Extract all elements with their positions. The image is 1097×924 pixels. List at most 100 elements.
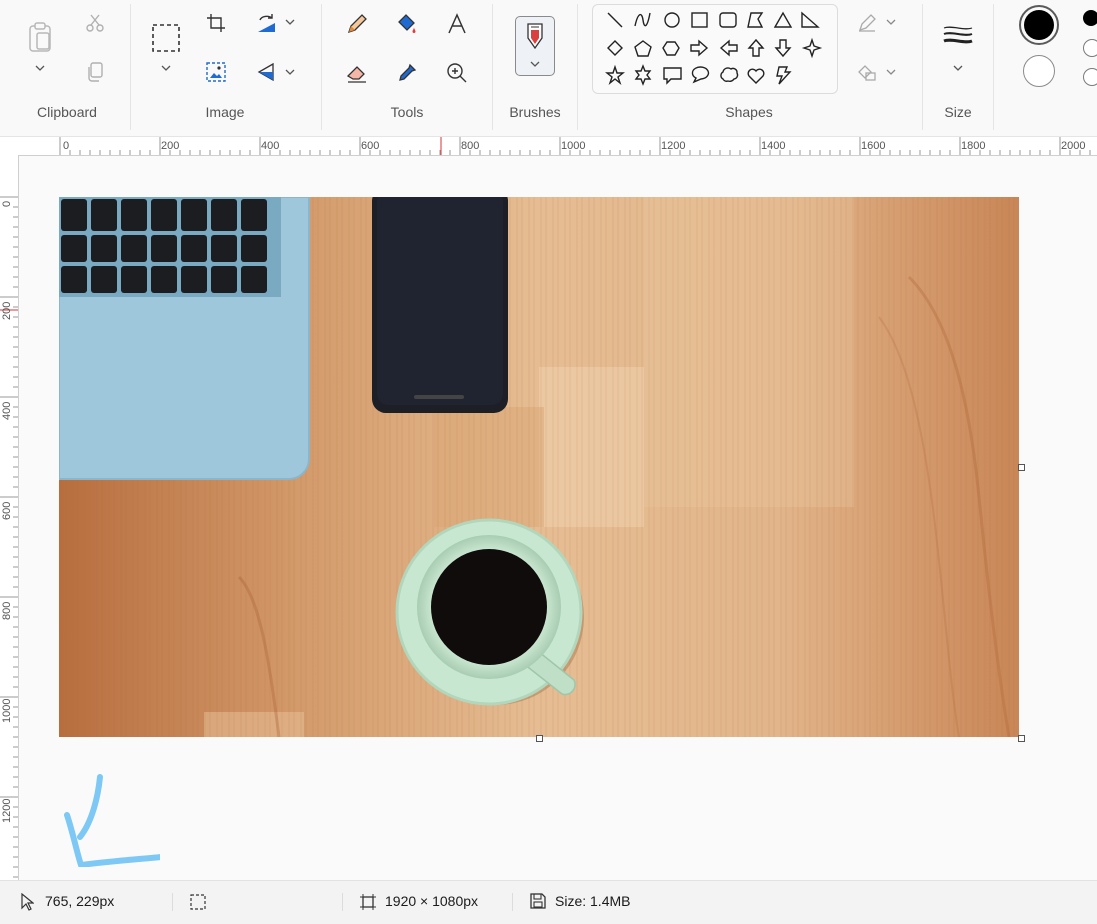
brushes-button[interactable]	[515, 16, 555, 76]
polygon-shape-icon[interactable]	[747, 12, 764, 28]
pointer-icon	[21, 893, 34, 911]
rotate-button[interactable]	[254, 12, 278, 34]
resize-handle-corner[interactable]	[1018, 735, 1025, 742]
eraser-icon	[346, 66, 366, 83]
shape-fill-button[interactable]	[855, 61, 879, 83]
hruler-label: 0	[63, 140, 70, 152]
lightning-shape-icon[interactable]	[776, 66, 792, 85]
pentagon-shape-icon[interactable]	[634, 40, 652, 57]
magnifier-button[interactable]	[445, 61, 469, 85]
tools-group-label: Tools	[390, 104, 424, 120]
vruler-label: 200	[1, 301, 13, 320]
shapes-gallery	[592, 4, 838, 94]
rectangular-callout-shape-icon[interactable]	[663, 67, 682, 85]
flip-button[interactable]	[254, 61, 278, 83]
hruler-label: 200	[161, 140, 180, 152]
rounded-rectangle-shape-icon[interactable]	[719, 12, 737, 28]
outline-dropdown-chevron-icon[interactable]	[884, 14, 898, 30]
image-group-label: Image	[205, 104, 245, 120]
brushes-group-label: Brushes	[509, 104, 561, 120]
hruler-label: 400	[261, 140, 280, 152]
rotate-dropdown-chevron-icon[interactable]	[283, 14, 297, 30]
copy-icon	[88, 62, 103, 82]
vruler-label: 1200	[1, 798, 13, 823]
brush-icon	[527, 23, 543, 50]
resize-handle-bottom[interactable]	[536, 735, 543, 742]
right-arrow-shape-icon[interactable]	[690, 39, 709, 57]
palette-color-white-2[interactable]	[1083, 68, 1097, 86]
triangle-shape-icon[interactable]	[773, 11, 793, 28]
primary-color-fill	[1024, 10, 1054, 40]
hruler-label: 600	[361, 140, 380, 152]
selection-size-icon	[190, 894, 206, 910]
diamond-shape-icon[interactable]	[607, 40, 623, 56]
line-shape-icon[interactable]	[607, 12, 623, 28]
heart-shape-icon[interactable]	[747, 68, 765, 84]
color-picker-button[interactable]	[395, 61, 419, 85]
crop-button[interactable]	[205, 12, 227, 34]
canvas-workspace: 0 200 400 600 800 1000 1200 1400 1600 18…	[0, 137, 1097, 880]
size-group-label: Size	[944, 104, 972, 120]
paste-button[interactable]	[26, 20, 54, 54]
rotate-icon	[258, 14, 275, 32]
fill-button[interactable]	[395, 12, 419, 36]
zoom-icon	[447, 63, 467, 83]
horizontal-ruler: 0 200 400 600 800 1000 1200 1400 1600 18…	[18, 137, 1097, 156]
size-button[interactable]	[940, 20, 976, 80]
hexagon-shape-icon[interactable]	[662, 41, 680, 56]
rectangle-shape-icon[interactable]	[691, 12, 708, 28]
resize-handle-right[interactable]	[1018, 464, 1025, 471]
right-triangle-shape-icon[interactable]	[801, 11, 820, 28]
paste-icon	[29, 22, 51, 52]
eraser-button[interactable]	[345, 61, 369, 85]
pencil-icon	[347, 14, 367, 34]
primary-color-swatch[interactable]	[1019, 5, 1059, 45]
cut-button[interactable]	[84, 12, 106, 34]
eyedropper-icon	[399, 63, 417, 81]
paint-bucket-icon	[398, 14, 416, 33]
outline-button[interactable]	[855, 12, 879, 34]
secondary-color-swatch[interactable]	[1023, 55, 1055, 87]
vruler-label: 1000	[1, 698, 13, 723]
up-arrow-shape-icon[interactable]	[747, 38, 765, 57]
palette-color-white-1[interactable]	[1083, 39, 1097, 57]
copy-button[interactable]	[84, 61, 106, 83]
canvas-dimensions: 1920 × 1080px	[385, 893, 479, 909]
paste-dropdown-chevron-icon[interactable]	[32, 60, 48, 76]
crop-icon	[207, 14, 225, 32]
pencil-button[interactable]	[345, 12, 369, 36]
canvas-photo[interactable]	[59, 197, 1019, 737]
resize-icon	[206, 62, 226, 82]
oval-shape-icon[interactable]	[664, 12, 680, 28]
select-dropdown-chevron-icon[interactable]	[158, 60, 174, 76]
hruler-label: 1800	[961, 140, 986, 152]
left-arrow-shape-icon[interactable]	[719, 39, 738, 57]
shape-fill-dropdown-chevron-icon[interactable]	[884, 64, 898, 80]
cloud-callout-shape-icon[interactable]	[720, 67, 739, 83]
four-point-star-shape-icon[interactable]	[801, 37, 823, 59]
resize-button[interactable]	[205, 61, 227, 83]
hruler-label: 2000	[1061, 140, 1086, 152]
down-arrow-shape-icon[interactable]	[774, 39, 792, 58]
ribbon-toolbar: Clipboard Image Tools Brushes Shapes Siz…	[0, 0, 1097, 137]
freehand-stroke[interactable]	[55, 767, 160, 867]
flip-dropdown-chevron-icon[interactable]	[283, 64, 297, 80]
oval-callout-shape-icon[interactable]	[691, 66, 710, 84]
six-point-star-shape-icon[interactable]	[634, 64, 652, 86]
rectangle-select-icon	[152, 24, 180, 52]
clipboard-group-label: Clipboard	[37, 104, 97, 120]
shape-fill-icon	[858, 65, 876, 81]
hruler-label: 800	[461, 140, 480, 152]
flip-icon	[257, 62, 274, 82]
text-button[interactable]	[445, 12, 469, 36]
hruler-label: 1400	[761, 140, 786, 152]
select-button[interactable]	[150, 22, 182, 54]
curve-shape-icon[interactable]	[634, 12, 651, 27]
vertical-ruler: 0 200 400 600 800 1000 1200	[0, 155, 19, 880]
five-point-star-shape-icon[interactable]	[605, 64, 625, 86]
save-disk-icon	[530, 893, 546, 909]
hruler-label: 1200	[661, 140, 686, 152]
stroke-size-icon	[943, 26, 973, 71]
palette-color-black[interactable]	[1083, 10, 1097, 26]
status-bar: 765, 229px 1920 × 1080px Size: 1.4MB	[0, 880, 1097, 924]
